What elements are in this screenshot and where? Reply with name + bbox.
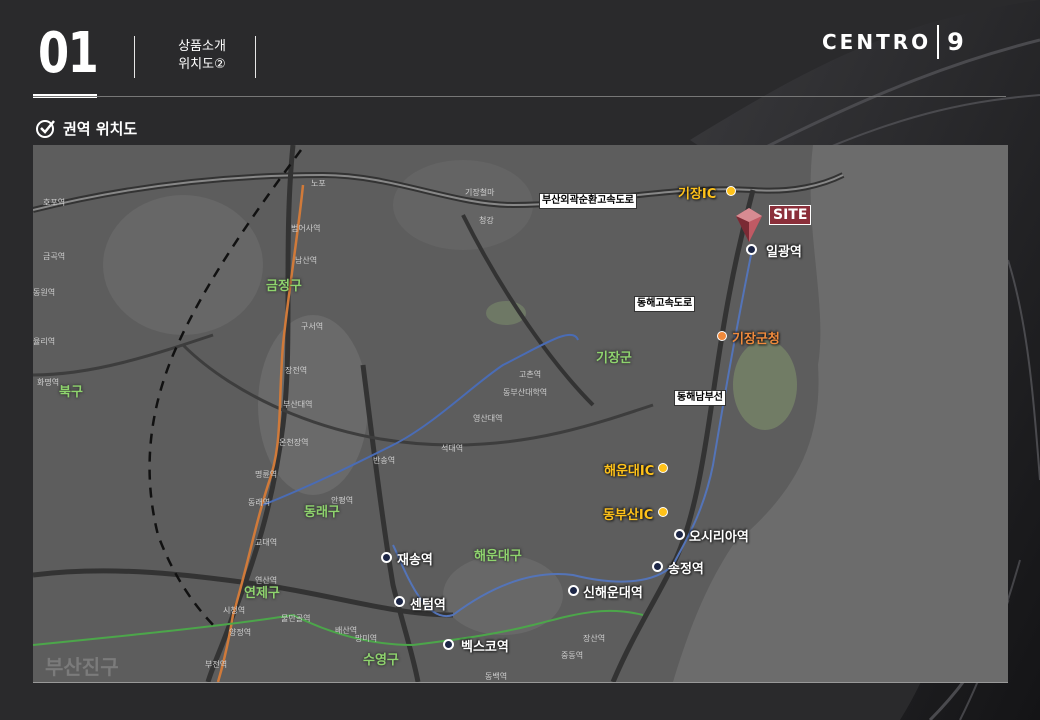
ic-dot-gijang[interactable] [726,186,736,196]
road-tag-outer-ring: 부산외곽순환고속도로 [539,193,637,209]
map-label: 동래역 [248,498,271,507]
district-suyeong: 수영구 [363,653,399,668]
header-divider-left [134,36,135,78]
station-label-songjeong: 송정역 [668,562,704,577]
station-label-ilgwang: 일광역 [766,245,802,260]
section-title-line1: 상품소개 [178,39,226,54]
page-number: 01 [38,21,99,86]
map-label: 고촌역 [519,370,542,379]
map-title: 권역 위치도 [35,116,137,140]
station-dot-songjeong[interactable] [652,561,663,572]
site-badge: SITE [769,205,812,225]
map-label: 시청역 [223,606,246,615]
map-label: 동원역 [33,288,56,297]
road-tag-donghae-line: 동해남부선 [674,390,726,406]
map-label: 청강 [479,216,494,225]
header: 01 상품소개 위치도② CENTRO 9 [0,0,1040,100]
logo-text: CENTRO [822,30,932,54]
station-label-bexco: 벡스코역 [461,640,509,655]
brand-logo: CENTRO 9 [822,22,964,62]
station-dot-jaesong[interactable] [381,552,392,563]
station-label-centum: 센텀역 [410,598,446,613]
map-label: 남산역 [295,256,318,265]
map-label: 장산역 [583,634,606,643]
map-label: 배산역 [335,626,358,635]
site-marker-icon[interactable] [734,206,764,244]
map-label: 장전역 [285,366,308,375]
station-dot-sinhaeundae[interactable] [568,585,579,596]
road-tag-donghae-express: 동해고속도로 [634,296,696,312]
station-label-jaesong: 재송역 [397,553,433,568]
map-label: 망미역 [355,634,378,643]
map-label: 부산대역 [283,400,313,409]
map-label: 중동역 [561,651,584,660]
map-label: 동부산대학역 [503,388,548,397]
ic-label-haeundae: 해운대IC [604,464,655,479]
map-title-text: 권역 위치도 [63,119,138,138]
station-label-sinhaeundae: 신해운대역 [583,586,643,601]
map-label: 범어사역 [291,224,321,233]
map-label: 율리역 [33,337,56,346]
ic-dot-dongbusan[interactable] [658,507,668,517]
map-label: 온천장역 [279,438,309,447]
station-dot-osiria[interactable] [674,529,685,540]
ic-dot-haeundae[interactable] [658,463,668,473]
map-label: 호포역 [43,198,66,207]
map-label: 양정역 [229,628,252,637]
station-dot-ilgwang[interactable] [746,244,757,255]
header-rule [33,96,1006,97]
district-haeundae: 해운대구 [474,549,522,564]
logo-bar [937,25,940,59]
logo-number: 9 [947,28,964,56]
district-buk: 북구 [59,385,83,400]
location-map[interactable]: 호포역 금곡역 동원역 율리역 화명역 범어사역 남산역 구서역 장전역 부산대… [33,145,1008,683]
ic-label-dongbusan: 동부산IC [603,508,654,523]
map-label: 부전역 [205,660,228,669]
section-title: 상품소개 위치도② [162,38,242,74]
map-label: 영산대역 [473,414,503,423]
district-geumjeong: 금정구 [266,279,302,294]
map-label: 동백역 [485,672,508,681]
map-label: 물만골역 [281,614,311,623]
district-yeonje: 연제구 [244,586,280,601]
district-dongnae: 동래구 [304,505,340,520]
header-divider-right [255,36,256,78]
map-label: 교대역 [255,538,278,547]
check-circle-icon [36,120,55,138]
map-label: 석대역 [441,444,464,453]
map-label: 구서역 [301,322,324,331]
district-busanjin: 부산진구 [45,655,119,679]
ic-label-gijang: 기장IC [678,187,717,202]
map-label: 노포 [311,179,326,188]
section-title-line2: 위치도② [178,57,226,72]
district-gijang: 기장군 [596,351,632,366]
station-dot-bexco[interactable] [443,639,454,650]
map-label: 반송역 [373,456,396,465]
office-dot-gijang[interactable] [717,331,727,341]
map-base-layer [33,145,1008,682]
office-label-gijang: 기장군청 [732,332,780,347]
map-label: 명륜역 [255,470,278,479]
map-label: 기장철마 [465,188,495,197]
map-label: 화명역 [37,378,60,387]
station-label-osiria: 오시리아역 [689,530,749,545]
station-dot-centum[interactable] [394,596,405,607]
map-label: 금곡역 [43,252,66,261]
